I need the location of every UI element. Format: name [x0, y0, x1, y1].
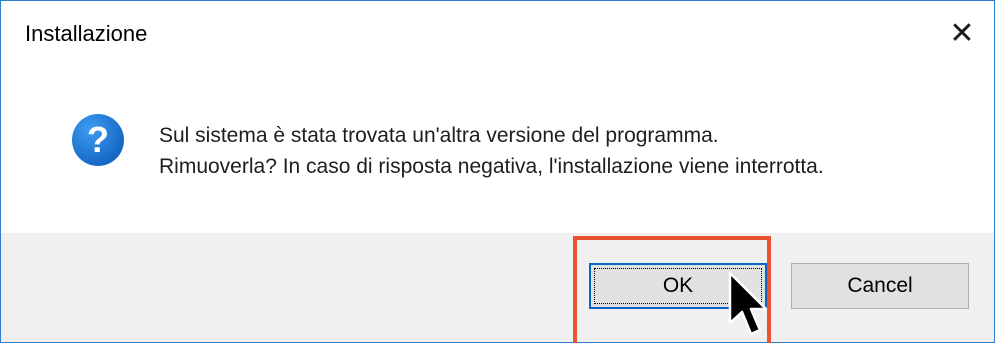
button-bar: OK Cancel: [1, 233, 994, 342]
title-bar: Installazione ✕: [1, 1, 994, 65]
installation-dialog: Installazione ✕ ? Sul sistema è stata tr…: [0, 0, 995, 343]
message-line-1: Sul sistema è stata trovata un'altra ver…: [159, 124, 719, 147]
message-line-2: Rimuoverla? In caso di risposta negativa…: [159, 155, 824, 178]
close-icon: ✕: [949, 16, 975, 50]
cancel-button[interactable]: Cancel: [791, 263, 969, 309]
close-button[interactable]: ✕: [930, 1, 994, 65]
question-icon: ?: [72, 114, 124, 166]
message-area: ? Sul sistema è stata trovata un'altra v…: [1, 65, 994, 233]
message-text: Sul sistema è stata trovata un'altra ver…: [159, 120, 824, 182]
window-title: Installazione: [25, 21, 148, 46]
mouse-cursor-icon: [728, 271, 768, 336]
